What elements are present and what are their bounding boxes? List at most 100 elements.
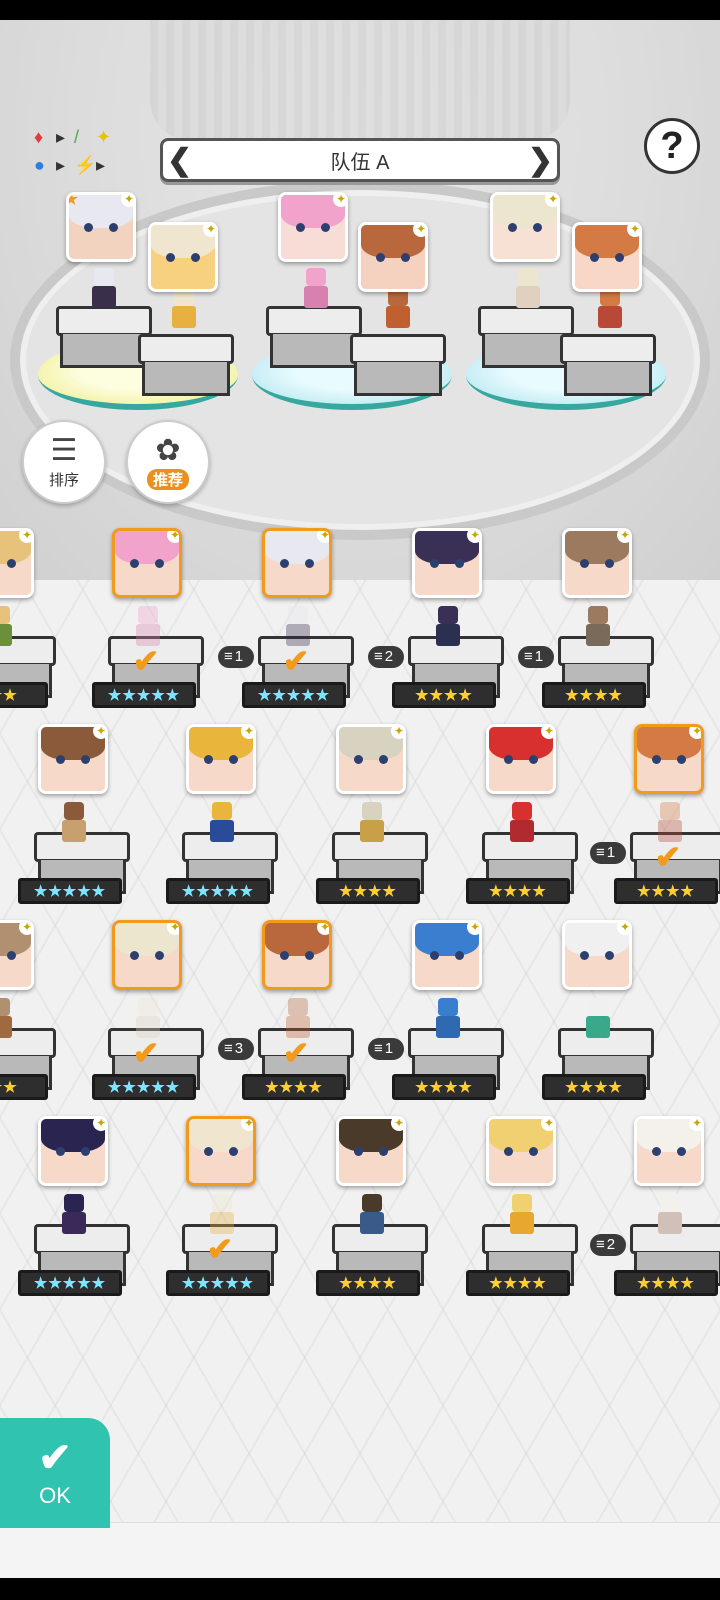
- character-portrait[interactable]: ✦: [0, 528, 34, 598]
- character-portrait[interactable]: ✦: [490, 192, 560, 262]
- character-portrait[interactable]: ✦: [572, 222, 642, 292]
- element-symbol-icon: ▸: [56, 155, 66, 175]
- pedestal-side: [142, 362, 230, 396]
- bottom-strip: [0, 1522, 720, 1578]
- team-selector: ❮ 队伍 A ❯: [160, 138, 560, 182]
- sprite-body: [304, 286, 328, 308]
- status-bar: [0, 0, 720, 20]
- sparkle-icon: ✦: [541, 1119, 553, 1131]
- character-portrait[interactable]: ✦: [0, 920, 34, 990]
- pedestal: [560, 334, 656, 400]
- star-rating: ★★★★: [316, 1270, 420, 1296]
- character-portrait[interactable]: ✦: [486, 724, 556, 794]
- sprite-body: [210, 820, 234, 842]
- character-portrait[interactable]: ✦: [112, 920, 182, 990]
- character-portrait[interactable]: ✦: [278, 192, 348, 262]
- star-rating: ★★★★: [542, 682, 646, 708]
- portrait-eye: [228, 755, 238, 765]
- duplicate-count-badge: ≡ 1: [218, 646, 254, 668]
- character-portrait[interactable]: ✦: [336, 1116, 406, 1186]
- character-portrait[interactable]: ✦: [262, 528, 332, 598]
- sprite-head: [362, 1194, 382, 1212]
- element-symbol-icon: ●: [34, 155, 45, 175]
- portrait-eye: [190, 253, 200, 263]
- element-affinity-legend[interactable]: ♦ ▸ / ✦ ● ▸ ⚡ ▸: [34, 128, 134, 184]
- portrait-eye: [304, 951, 314, 961]
- duplicate-count: 1: [606, 844, 616, 861]
- character-portrait[interactable]: ✦: [412, 920, 482, 990]
- sparkle-icon: ✦: [241, 727, 253, 739]
- sprite-head: [588, 606, 608, 624]
- character-sprite: [54, 1194, 94, 1238]
- character-portrait[interactable]: ✦: [412, 528, 482, 598]
- portrait-eye: [532, 223, 542, 233]
- check-icon: ✔: [38, 1436, 72, 1480]
- ok-button[interactable]: ✔ OK: [0, 1418, 110, 1528]
- sprite-body: [62, 1212, 86, 1234]
- character-portrait[interactable]: ✦: [486, 1116, 556, 1186]
- character-portrait[interactable]: ✦: [148, 222, 218, 292]
- sprite-head: [588, 998, 608, 1016]
- character-portrait[interactable]: ✦: [336, 724, 406, 794]
- star-rating: ★★★★: [614, 1270, 718, 1296]
- sparkle-icon: ✦: [541, 727, 553, 739]
- duplicate-count: 1: [534, 648, 544, 665]
- sprite-body: [360, 1212, 384, 1234]
- star-rating: ★★★★★: [166, 1270, 270, 1296]
- sparkle-icon: ✦: [317, 531, 329, 543]
- sort-button[interactable]: ☰ 排序: [22, 420, 106, 504]
- sort-icon: ☰: [50, 433, 78, 467]
- sprite-body: [510, 1212, 534, 1234]
- character-portrait[interactable]: ✦: [562, 528, 632, 598]
- selected-check-icon: ✔: [206, 1231, 234, 1267]
- sprite-head: [438, 606, 458, 624]
- character-sprite: [428, 998, 468, 1042]
- sprite-head: [138, 606, 158, 624]
- character-portrait[interactable]: ✦: [186, 1116, 256, 1186]
- character-portrait[interactable]: ✦: [38, 724, 108, 794]
- selected-check-icon: ✔: [282, 643, 310, 679]
- character-sprite: [0, 606, 20, 650]
- character-sprite: [0, 998, 20, 1042]
- stack-icon: ≡: [596, 844, 605, 861]
- next-team-arrow-icon[interactable]: ❯: [528, 143, 553, 179]
- sprite-head: [212, 802, 232, 820]
- navigation-bar: [0, 1578, 720, 1600]
- character-portrait[interactable]: ✦★: [66, 192, 136, 262]
- character-portrait[interactable]: ✦: [634, 1116, 704, 1186]
- star-rating: ★★★★★: [242, 682, 346, 708]
- character-portrait[interactable]: ✦: [262, 920, 332, 990]
- character-portrait[interactable]: ✦: [112, 528, 182, 598]
- sprite-head: [0, 998, 10, 1016]
- sprite-head: [660, 1194, 680, 1212]
- prev-team-arrow-icon[interactable]: ❮: [167, 143, 192, 179]
- star-rating: ★★★★: [466, 878, 570, 904]
- question-mark-icon: ?: [660, 124, 684, 167]
- character-portrait[interactable]: ✦: [562, 920, 632, 990]
- character-portrait[interactable]: ✦: [186, 724, 256, 794]
- element-symbol-icon: ♦: [34, 127, 44, 147]
- portrait-eye: [6, 951, 16, 961]
- star-rating: ★★★★: [316, 878, 420, 904]
- portrait-eye: [528, 1147, 538, 1157]
- sprite-head: [288, 606, 308, 624]
- sprite-body: [0, 1016, 12, 1038]
- character-sprite: [352, 1194, 392, 1238]
- sprite-body: [62, 820, 86, 842]
- character-portrait[interactable]: ✦: [358, 222, 428, 292]
- sprite-head: [660, 802, 680, 820]
- pedestal-top: [560, 334, 656, 364]
- sparkle-icon: ✦: [467, 531, 479, 543]
- recommend-button[interactable]: ✿ 推荐: [126, 420, 210, 504]
- star-rating: ★★★★★: [92, 1074, 196, 1100]
- portrait-eye: [108, 223, 118, 233]
- character-portrait[interactable]: ✦: [634, 724, 704, 794]
- portrait-eye: [676, 1147, 686, 1157]
- element-symbol-icon: ⚡: [74, 155, 97, 175]
- element-symbol-icon: ▸: [56, 127, 66, 147]
- sprite-head: [512, 802, 532, 820]
- help-button[interactable]: ?: [644, 118, 700, 174]
- portrait-eye: [676, 755, 686, 765]
- character-portrait[interactable]: ✦: [38, 1116, 108, 1186]
- star-rating: ★★★★★: [166, 878, 270, 904]
